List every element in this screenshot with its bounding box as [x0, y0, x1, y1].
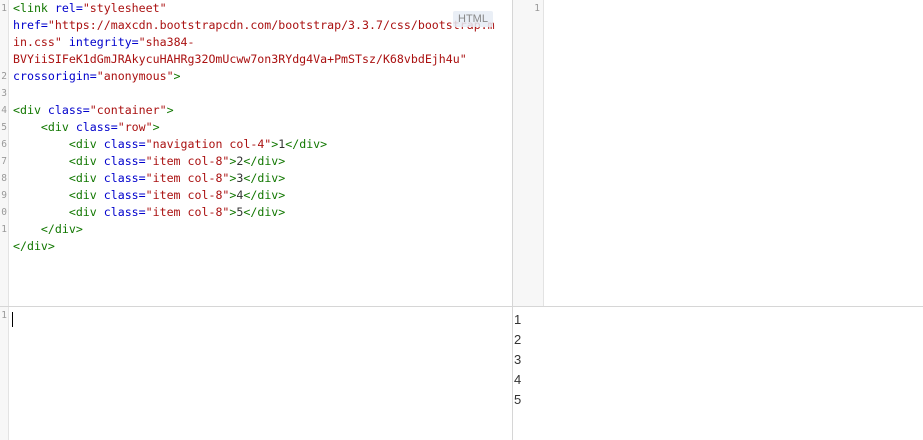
code-token: integrity= [68, 35, 139, 49]
code-token: <div [68, 154, 104, 168]
line-number: 1 [534, 3, 540, 14]
line-number [0, 51, 8, 68]
result-item: 3 [514, 352, 522, 367]
code-token: <div [68, 205, 104, 219]
code-token: class= [103, 137, 146, 151]
horizontal-splitter[interactable] [0, 306, 923, 307]
code-line: </div> [13, 238, 506, 255]
code-line: <link rel="stylesheet" [13, 0, 506, 17]
code-token: "container" [89, 103, 167, 117]
code-token: "anonymous" [96, 69, 174, 83]
code-line: </div> [13, 221, 506, 238]
code-token: > [173, 69, 181, 83]
code-token: class= [103, 171, 146, 185]
code-line: <div class="item col-8">4</div> [13, 187, 506, 204]
result-item: 4 [514, 372, 522, 387]
code-token: class= [47, 103, 90, 117]
result-pane: 1 2 3 4 5 [513, 307, 923, 440]
line-number: 0 [1, 207, 7, 218]
code-token: </div> [285, 137, 328, 151]
code-token: class= [103, 188, 146, 202]
code-token: <div [13, 103, 48, 117]
vertical-splitter[interactable] [512, 0, 513, 440]
js-line-gutter: 1 [0, 307, 9, 440]
code-line: <div class="navigation col-4">1</div> [13, 136, 506, 153]
code-token: </div> [243, 171, 286, 185]
code-line: <div class="container"> [13, 102, 506, 119]
js-editor-pane[interactable]: 1 [0, 307, 512, 440]
line-number: 4 [1, 105, 7, 116]
code-token: "navigation col-4" [145, 137, 272, 151]
html-line-gutter: 1 2 3 4 5 6 7 8 9 0 1 [0, 0, 9, 306]
html-code-area[interactable]: <link rel="stylesheet" href="https://maxc… [13, 0, 506, 255]
code-token: </div> [40, 222, 83, 236]
code-token: class= [103, 154, 146, 168]
css-editor-pane[interactable]: 1 [513, 0, 923, 306]
code-line: <div class="item col-8">2</div> [13, 153, 506, 170]
code-token: </div> [13, 239, 55, 253]
text-cursor [12, 312, 13, 327]
line-number: 3 [1, 88, 7, 99]
line-number [0, 34, 8, 51]
line-number: 2 [1, 71, 7, 82]
line-number: 6 [1, 139, 7, 150]
line-number: 9 [1, 190, 7, 201]
code-token: </div> [243, 205, 286, 219]
result-item: 1 [514, 312, 522, 327]
code-token: </div> [243, 188, 286, 202]
code-line: <div class="row"> [13, 119, 506, 136]
code-line: <div class="item col-8">5</div> [13, 204, 506, 221]
code-token: <div [68, 188, 104, 202]
code-token: > [152, 120, 160, 134]
code-token: rel= [54, 1, 83, 15]
code-token: class= [103, 205, 146, 219]
line-number: 7 [1, 156, 7, 167]
code-token: <div [40, 120, 76, 134]
code-token: > [166, 103, 174, 117]
code-line: BVYiiSIFeK1dGmJRAkycuHAHRg32OmUcww7on3RY… [13, 51, 506, 68]
code-token: "stylesheet" [82, 1, 167, 15]
line-number: 5 [1, 122, 7, 133]
code-token: <div [68, 137, 104, 151]
code-token: in.css" [13, 35, 62, 49]
result-output: 1 2 3 4 5 [514, 310, 521, 410]
result-item: 5 [514, 392, 522, 407]
code-token: "item col-8" [145, 188, 230, 202]
line-number: 1 [1, 3, 7, 14]
line-number: 1 [1, 310, 7, 321]
code-token: class= [75, 120, 118, 134]
line-number: 1 [1, 224, 7, 235]
code-token: href= [13, 18, 48, 32]
css-line-gutter: 1 [513, 0, 544, 306]
code-token: "https://maxcdn.bootstrapcdn.com/bootstr… [47, 18, 495, 32]
result-item: 2 [514, 332, 522, 347]
html-editor-pane[interactable]: 12345678901 <link rel="stylesheet" href="… [0, 0, 512, 306]
code-line: href="https://maxcdn.bootstrapcdn.com/bo… [13, 17, 506, 34]
code-token: "item col-8" [145, 205, 230, 219]
code-token: "row" [117, 120, 153, 134]
code-line: in.css" integrity="sha384- [13, 34, 506, 51]
code-token: "item col-8" [145, 154, 230, 168]
code-token: "sha384- [138, 35, 195, 49]
line-number [0, 17, 8, 34]
code-line: <div class="item col-8">3</div> [13, 170, 506, 187]
code-token: BVYiiSIFeK1dGmJRAkycuHAHRg32OmUcww7on3RY… [13, 52, 467, 66]
language-badge: HTML [453, 11, 493, 27]
code-token: <div [68, 171, 104, 185]
line-number: 8 [1, 173, 7, 184]
code-line: crossorigin="anonymous"> [13, 68, 506, 85]
code-token: "item col-8" [145, 171, 230, 185]
code-token: <link [13, 1, 55, 15]
code-token: </div> [243, 154, 286, 168]
code-token: crossorigin= [13, 69, 97, 83]
